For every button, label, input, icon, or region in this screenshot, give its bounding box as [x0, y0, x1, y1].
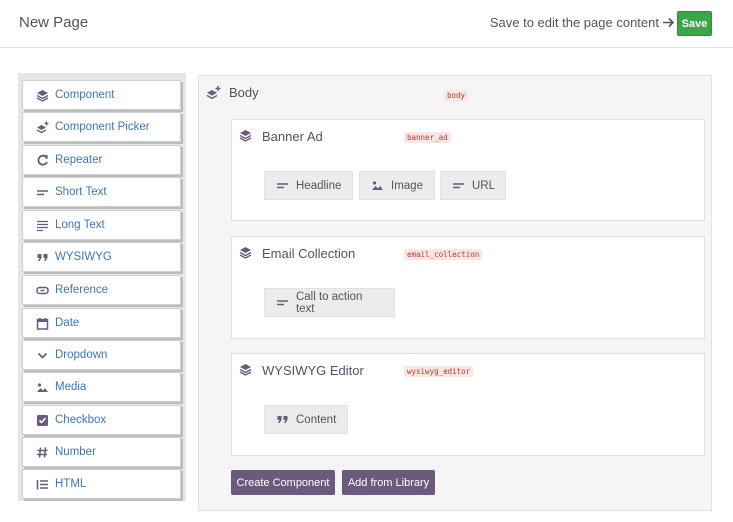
- palette-item-label: Repeater: [55, 154, 103, 166]
- component-code-tag: wysiwyg_editor: [404, 366, 474, 377]
- palette-item-date[interactable]: Date: [22, 308, 181, 338]
- short-text-icon: [277, 183, 288, 189]
- palette-item-component[interactable]: Component: [22, 80, 181, 110]
- palette-item-short-text[interactable]: Short Text: [22, 177, 181, 207]
- field-chip-call-to-action-text[interactable]: Call to action text: [264, 288, 395, 317]
- field-chip-label: URL: [471, 179, 495, 192]
- quote-icon: [37, 253, 48, 261]
- calendar-icon: [36, 317, 49, 330]
- layers-icon: [239, 364, 252, 376]
- palette-item-label: Short Text: [55, 186, 107, 198]
- image-icon: [37, 382, 48, 392]
- body-label: Body: [229, 85, 259, 100]
- checkbox-icon: [37, 414, 48, 426]
- component-banner-ad[interactable]: Banner Ad banner_ad Headline Image URL: [231, 119, 705, 221]
- field-chip-headline[interactable]: Headline: [264, 171, 353, 200]
- field-palette: Component Component Picker Repeater Shor…: [18, 73, 186, 501]
- palette-item-label: HTML: [55, 478, 87, 490]
- field-chip-label: Image: [391, 179, 423, 192]
- image-icon: [372, 181, 383, 190]
- palette-item-label: Component Picker: [55, 121, 150, 133]
- chevron-down-icon: [37, 352, 48, 359]
- save-hint: Save to edit the page content: [490, 15, 675, 30]
- short-text-icon: [276, 300, 288, 306]
- component-code-tag: banner_ad: [404, 132, 451, 143]
- field-chip-url[interactable]: URL: [440, 171, 506, 200]
- link-icon: [36, 286, 49, 294]
- page-title: New Page: [19, 14, 89, 31]
- component-wysiwyg-editor[interactable]: WYSIWYG Editor wysiwyg_editor Content: [231, 353, 705, 456]
- save-hint-text: Save to edit the page content: [489, 15, 659, 30]
- arrow-right-icon: [663, 17, 675, 28]
- palette-item-label: Checkbox: [55, 414, 107, 426]
- component-title: Banner Ad: [262, 129, 323, 144]
- palette-item-checkbox[interactable]: Checkbox: [22, 405, 181, 435]
- component-code-tag: email_collection: [404, 249, 483, 260]
- palette-item-number[interactable]: Number: [22, 437, 181, 467]
- field-chip-label: Call to action text: [295, 290, 363, 315]
- add-from-library-button[interactable]: Add from Library: [342, 470, 435, 495]
- hash-icon: [37, 446, 48, 458]
- short-text-icon: [452, 183, 464, 189]
- palette-item-label: Dropdown: [55, 349, 108, 361]
- palette-item-label: Component: [55, 89, 115, 101]
- palette-item-html[interactable]: HTML: [22, 469, 181, 499]
- page-body-canvas: Body body Banner Ad banner_ad Headline I…: [198, 75, 712, 511]
- palette-item-label: Date: [55, 317, 80, 329]
- palette-item-label: Number: [55, 446, 96, 458]
- field-chip-label: Content: [296, 413, 337, 426]
- short-text-icon: [37, 189, 48, 195]
- palette-item-repeater[interactable]: Repeater: [22, 145, 181, 175]
- save-button[interactable]: Save: [677, 11, 712, 36]
- field-chip-content[interactable]: Content: [264, 405, 348, 434]
- palette-item-label: Long Text: [55, 219, 105, 231]
- create-component-button[interactable]: Create Component: [231, 470, 335, 495]
- body-code-tag: body: [444, 90, 469, 101]
- palette-item-label: WYSIWYG: [55, 251, 112, 263]
- layers-plus-icon: [206, 86, 221, 100]
- palette-item-component-picker[interactable]: Component Picker: [22, 112, 181, 142]
- component-title: Email Collection: [262, 246, 356, 261]
- palette-item-wysiwyg[interactable]: WYSIWYG: [22, 242, 181, 272]
- layers-icon: [239, 247, 252, 259]
- long-text-icon: [37, 220, 48, 231]
- component-email-collection[interactable]: Email Collection email_collection Call t…: [231, 236, 705, 339]
- palette-item-label: Reference: [55, 284, 109, 296]
- field-chip-image[interactable]: Image: [359, 171, 435, 200]
- layers-icon: [239, 130, 252, 142]
- palette-item-long-text[interactable]: Long Text: [22, 210, 181, 240]
- field-chip-label: Headline: [296, 179, 342, 192]
- palette-item-label: Media: [55, 381, 87, 393]
- repeat-icon: [37, 154, 48, 166]
- top-bar: New Page Save to edit the page content S…: [0, 0, 733, 48]
- palette-item-reference[interactable]: Reference: [22, 275, 181, 305]
- list-icon: [36, 479, 48, 489]
- palette-item-media[interactable]: Media: [22, 372, 181, 402]
- layers-icon: [36, 89, 49, 102]
- component-title: WYSIWYG Editor: [262, 363, 364, 378]
- palette-item-dropdown[interactable]: Dropdown: [22, 340, 181, 370]
- layers-plus-icon: [36, 121, 49, 133]
- quote-icon: [277, 416, 288, 423]
